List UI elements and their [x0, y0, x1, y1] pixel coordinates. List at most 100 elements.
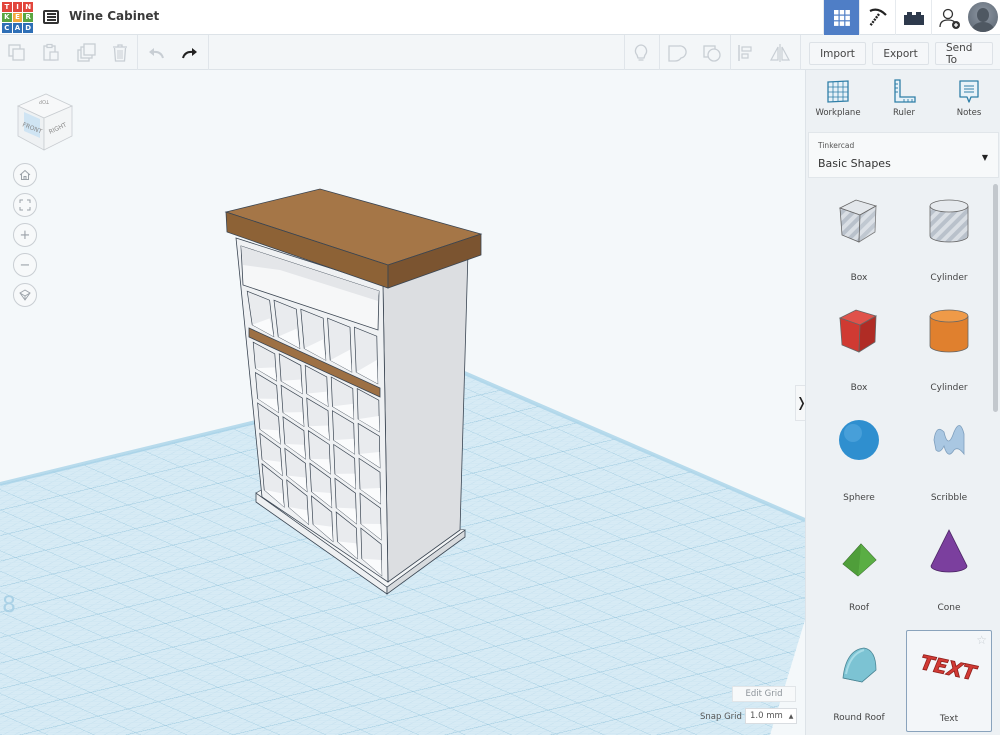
invite-user-button[interactable] — [931, 0, 967, 35]
shape-label: Box — [850, 273, 868, 283]
snap-grid-label: Snap Grid — [700, 712, 742, 722]
shape-library-select[interactable]: Tinkercad Basic Shapes ▼ — [808, 132, 999, 178]
delete-button[interactable] — [109, 42, 131, 64]
codeblocks-view-button[interactable] — [859, 0, 895, 35]
shape-label: Text — [939, 714, 959, 724]
shape-item-sphere[interactable]: Sphere — [816, 410, 902, 512]
shape-item-round-roof[interactable]: Round Roof — [816, 630, 902, 732]
workplane-label: Workplane — [815, 108, 861, 118]
box-hole-icon — [838, 199, 878, 243]
sphere-icon — [839, 420, 879, 460]
3d-viewport[interactable]: 8 FRONT RIGHT TOP + − Edit Grid Snap Gri… — [0, 70, 805, 735]
toolbar-divider — [208, 35, 209, 70]
snap-grid-select[interactable]: 1.0 mm ▲ — [745, 708, 797, 724]
shape-item-cone[interactable]: Cone — [906, 520, 992, 622]
lightbulb-icon — [634, 44, 648, 61]
toolbar-divider — [659, 35, 660, 70]
logo-letter: I — [12, 2, 23, 12]
shape-item-box[interactable]: Box — [816, 300, 902, 402]
duplicate-button[interactable] — [75, 42, 97, 64]
pickaxe-icon — [868, 8, 887, 27]
bricks-view-button[interactable] — [895, 0, 931, 35]
logo-letter: N — [23, 2, 33, 12]
snap-grid-value: 1.0 mm — [750, 711, 783, 721]
import-button[interactable]: Import — [809, 42, 866, 65]
home-view-button[interactable] — [13, 163, 37, 187]
edit-grid-button[interactable]: Edit Grid — [732, 686, 796, 702]
home-icon — [19, 169, 31, 180]
send-to-button[interactable]: Send To — [935, 42, 993, 66]
tinkercad-app: TINKERCAD Wine Cabinet Import Export Sen… — [0, 0, 1000, 735]
edit-toolbar: Import Export Send To — [0, 35, 1000, 70]
logo-letter: T — [2, 2, 12, 12]
export-button[interactable]: Export — [872, 42, 929, 65]
align-button[interactable] — [735, 42, 757, 64]
cone-icon — [930, 529, 968, 573]
view-cube[interactable]: FRONT RIGHT TOP — [14, 90, 76, 152]
ruler-tool[interactable]: Ruler — [874, 78, 934, 118]
copy-button[interactable] — [6, 42, 28, 64]
toolbar-divider — [624, 35, 625, 70]
logo-letter: C — [2, 23, 12, 33]
notes-tool[interactable]: Notes — [939, 78, 999, 118]
cylinder-hole-icon — [929, 199, 969, 243]
cabinet-side-panel — [382, 251, 469, 583]
logo-letter: D — [23, 23, 33, 33]
notes-icon — [959, 80, 979, 103]
grid-icon — [833, 9, 850, 26]
align-icon — [738, 45, 752, 61]
mirror-button[interactable] — [769, 42, 791, 64]
show-all-button[interactable] — [630, 42, 652, 64]
logo-letter: E — [12, 12, 23, 23]
workplane-tool[interactable]: Workplane — [808, 78, 868, 118]
scribble-icon — [933, 425, 965, 456]
undo-icon — [149, 48, 164, 59]
roof-icon — [842, 543, 877, 577]
user-avatar[interactable] — [968, 2, 998, 32]
scene-canvas[interactable]: 8 — [0, 70, 805, 735]
ungroup-icon — [703, 45, 721, 62]
fit-icon — [19, 199, 31, 211]
ruler-icon — [894, 79, 916, 103]
tinkercad-logo[interactable]: TIN KER CAD — [2, 2, 33, 33]
toolbar-divider — [730, 35, 731, 70]
list-icon[interactable] — [43, 10, 59, 24]
shape-item-cylinder-hole[interactable]: Cylinder — [906, 190, 992, 292]
undo-button[interactable] — [145, 42, 167, 64]
shape-label: Box — [850, 383, 868, 393]
3d-design-view-button[interactable] — [823, 0, 859, 35]
shapes-panel: Workplane Ruler Notes Tinkercad Basic Sh… — [805, 70, 1000, 735]
shape-grid: Box Cylinder Box Cylinder Sphere Scribbl… — [806, 182, 993, 735]
redo-button[interactable] — [179, 42, 201, 64]
mirror-icon — [769, 44, 791, 62]
redo-icon — [182, 48, 197, 59]
workplane-origin-mark: 8 — [2, 593, 16, 618]
shape-item-roof[interactable]: Roof — [816, 520, 902, 622]
shape-item-cylinder[interactable]: Cylinder — [906, 300, 992, 402]
star-icon[interactable]: ☆ — [976, 633, 987, 647]
paste-button[interactable] — [40, 42, 62, 64]
box-icon — [838, 309, 878, 353]
group-icon — [668, 45, 687, 62]
notes-label: Notes — [956, 108, 982, 118]
zoom-in-button[interactable]: + — [13, 223, 37, 247]
brick-icon — [903, 11, 924, 25]
design-title[interactable]: Wine Cabinet — [69, 9, 159, 23]
duplicate-icon — [77, 43, 96, 62]
shape-label: Cylinder — [930, 273, 968, 283]
group-button[interactable] — [666, 42, 688, 64]
shapes-scrollbar[interactable] — [993, 184, 998, 412]
logo-letter: K — [2, 12, 12, 23]
shape-item-box-hole[interactable]: Box — [816, 190, 902, 292]
logo-letter: A — [12, 23, 23, 33]
toolbar-divider — [800, 35, 801, 70]
paste-icon — [43, 43, 59, 61]
ungroup-button[interactable] — [701, 42, 723, 64]
library-category: Basic Shapes — [818, 157, 891, 170]
shape-item-scribble[interactable]: Scribble — [906, 410, 992, 512]
perspective-toggle-button[interactable] — [13, 283, 37, 307]
zoom-out-button[interactable]: − — [13, 253, 37, 277]
fit-all-button[interactable] — [13, 193, 37, 217]
shape-item-text[interactable]: TEXT Text ☆ — [906, 630, 992, 732]
ruler-label: Ruler — [893, 108, 915, 118]
